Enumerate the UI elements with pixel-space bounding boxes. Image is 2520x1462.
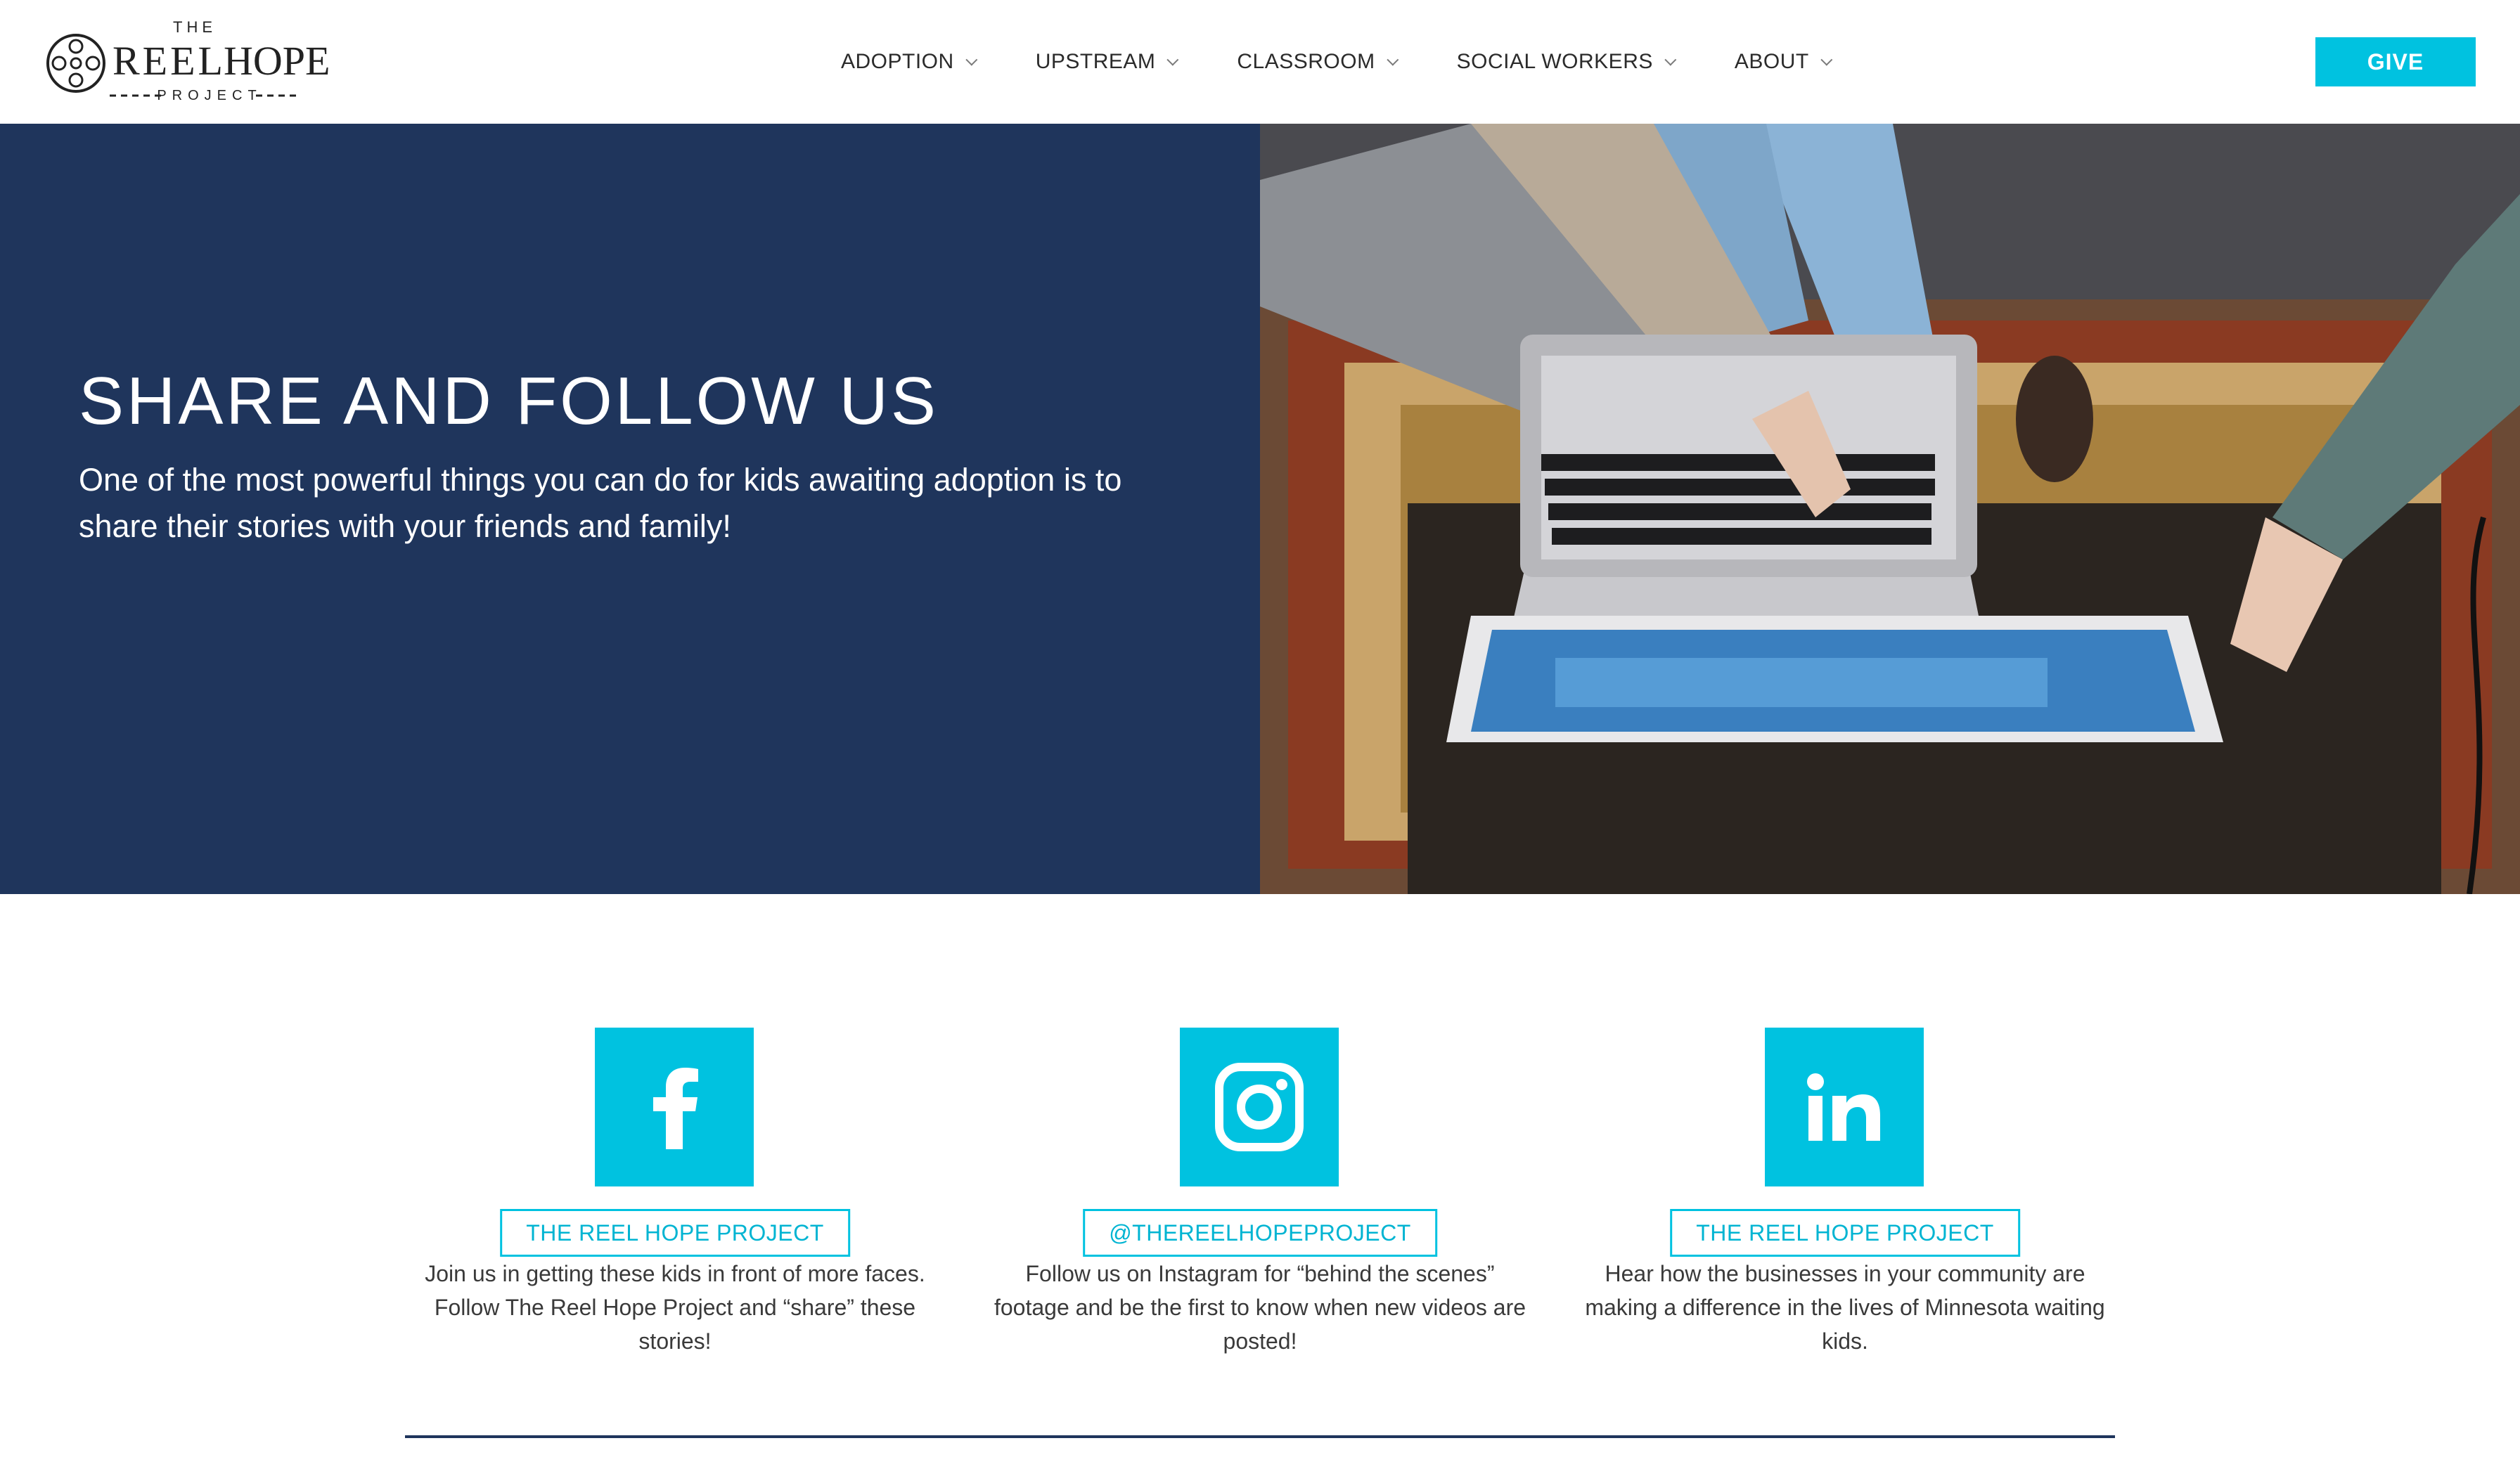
nav-label: ADOPTION xyxy=(841,50,954,73)
instagram-handle-button[interactable]: @THEREELHOPEPROJECT xyxy=(1083,1209,1437,1257)
people-with-laptop-illustration xyxy=(1260,124,2520,894)
linkedin-icon xyxy=(1807,1073,1880,1141)
nav-item-adoption[interactable]: ADOPTION xyxy=(841,50,978,74)
linkedin-description: Hear how the businesses in your communit… xyxy=(1585,1261,2105,1354)
site-logo[interactable]: THE REEL HOPE PROJECT xyxy=(45,17,340,108)
hero-panel: SHARE AND FOLLOW US One of the most powe… xyxy=(0,124,1260,894)
nav-item-social-workers[interactable]: SOCIAL WORKERS xyxy=(1456,50,1677,74)
chevron-down-icon xyxy=(1664,53,1677,66)
reel-hope-logo-icon: THE REEL HOPE PROJECT xyxy=(46,18,330,103)
nav-label: SOCIAL WORKERS xyxy=(1456,50,1653,73)
facebook-icon xyxy=(653,1068,698,1149)
nav-item-upstream[interactable]: UPSTREAM xyxy=(1035,50,1179,74)
svg-text:HOPE: HOPE xyxy=(224,38,330,84)
svg-text:THE: THE xyxy=(173,18,217,36)
chevron-down-icon xyxy=(1386,53,1399,66)
chevron-down-icon xyxy=(965,53,978,66)
social-card-linkedin: THE REEL HOPE PROJECT Hear how the busin… xyxy=(1571,1028,2119,1365)
social-card-instagram: @THEREELHOPEPROJECT Follow us on Instagr… xyxy=(986,1028,1534,1365)
social-card-facebook: THE REEL HOPE PROJECT Join us in getting… xyxy=(401,1028,949,1365)
nav-item-classroom[interactable]: CLASSROOM xyxy=(1237,50,1399,74)
instagram-icon xyxy=(1215,1063,1304,1151)
chevron-down-icon xyxy=(1166,53,1179,66)
nav-label: ABOUT xyxy=(1734,50,1809,73)
instagram-description: Follow us on Instagram for “behind the s… xyxy=(994,1261,1526,1354)
nav-label: UPSTREAM xyxy=(1035,50,1156,73)
hero-image xyxy=(1260,124,2520,894)
hero-title: SHARE AND FOLLOW US xyxy=(79,363,939,439)
main-nav: ADOPTION UPSTREAM CLASSROOM SOCIAL WORKE… xyxy=(841,44,1891,80)
svg-text:PROJECT: PROJECT xyxy=(157,88,262,103)
facebook-handle-button[interactable]: THE REEL HOPE PROJECT xyxy=(500,1209,850,1257)
facebook-link[interactable] xyxy=(595,1028,754,1186)
nav-label: CLASSROOM xyxy=(1237,50,1375,73)
svg-text:REEL: REEL xyxy=(112,38,226,84)
section-divider xyxy=(405,1435,2115,1438)
instagram-link[interactable] xyxy=(1180,1028,1339,1186)
linkedin-link[interactable] xyxy=(1765,1028,1924,1186)
give-button[interactable]: GIVE xyxy=(2315,37,2476,86)
linkedin-handle-button[interactable]: THE REEL HOPE PROJECT xyxy=(1670,1209,2020,1257)
hero-subtitle: One of the most powerful things you can … xyxy=(79,462,1122,544)
chevron-down-icon xyxy=(1820,53,1833,66)
facebook-description: Join us in getting these kids in front o… xyxy=(425,1261,925,1354)
nav-item-about[interactable]: ABOUT xyxy=(1734,50,1833,74)
site-header: THE REEL HOPE PROJECT ADOPTION UPSTREAM … xyxy=(0,0,2520,124)
